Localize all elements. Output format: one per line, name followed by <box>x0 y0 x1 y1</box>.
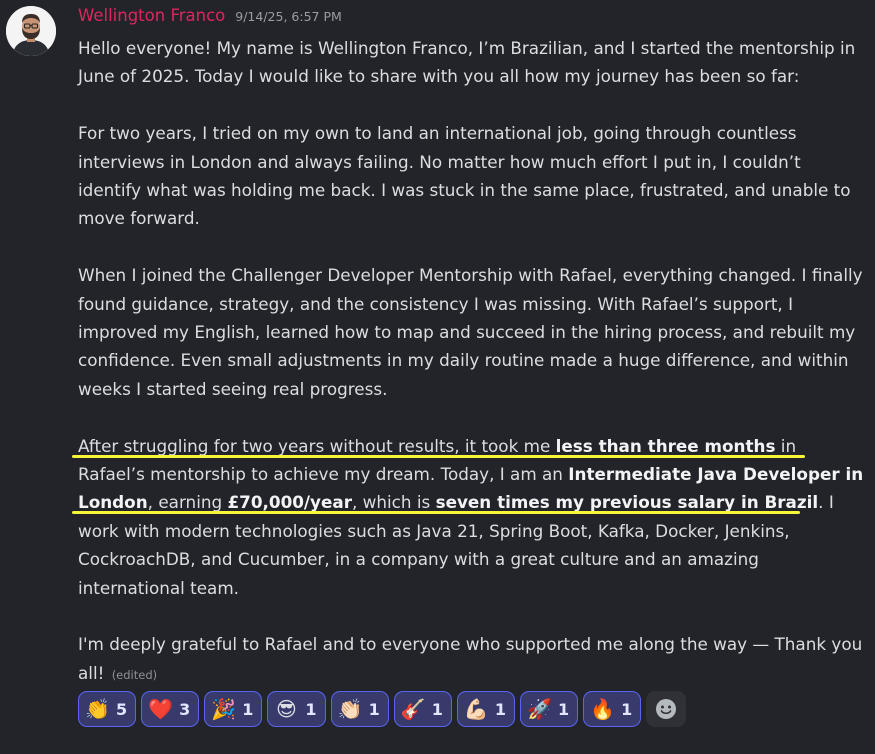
reaction-party-popper[interactable]: 🎉 1 <box>204 691 263 727</box>
sunglasses-face-icon: 😎 <box>275 697 297 721</box>
add-reaction-button[interactable] <box>646 691 687 727</box>
reaction-guitar[interactable]: 🎸 1 <box>393 691 452 727</box>
edited-label: (edited) <box>111 667 158 682</box>
bold-duration: less than three months <box>555 435 776 456</box>
reaction-rocket[interactable]: 🚀 1 <box>519 691 579 727</box>
reaction-count: 1 <box>368 699 380 719</box>
avatar-photo <box>6 6 56 56</box>
result-text: After struggling for two years without r… <box>78 435 556 456</box>
rocket-icon: 🚀 <box>526 697 552 721</box>
reaction-fire[interactable]: 🔥 1 <box>583 691 642 727</box>
guitar-icon: 🎸 <box>400 697 426 721</box>
reaction-sunglasses-face[interactable]: 😎 1 <box>267 691 326 727</box>
reaction-clapping-hands[interactable]: 👏 5 <box>78 691 137 727</box>
clapping-hands-light-icon: 👏🏻 <box>337 697 363 721</box>
message-paragraph-thanks: I'm deeply grateful to Rafael and to eve… <box>78 630 868 689</box>
bold-salary: £70,000/year <box>227 492 352 513</box>
red-heart-icon: ❤️ <box>148 697 174 721</box>
reaction-count: 1 <box>494 699 506 719</box>
reaction-count: 1 <box>621 699 633 719</box>
author-name[interactable]: Wellington Franco <box>78 6 225 25</box>
reaction-count: 3 <box>179 699 191 719</box>
highlight-underline <box>72 455 805 458</box>
result-text: , which is <box>351 492 436 513</box>
smiley-icon <box>656 699 677 719</box>
clapping-hands-icon: 👏 <box>85 697 110 721</box>
party-popper-icon: 🎉 <box>211 697 237 721</box>
message-paragraph-intro: Hello everyone! My name is Wellington Fr… <box>78 38 856 87</box>
reaction-count: 1 <box>431 699 443 719</box>
message-timestamp: 9/14/25, 6:57 PM <box>235 9 342 24</box>
user-avatar[interactable] <box>6 6 56 56</box>
reaction-count: 1 <box>242 699 254 719</box>
reaction-count: 5 <box>116 699 128 719</box>
reaction-count: 1 <box>305 699 317 719</box>
reaction-clapping-hands-light[interactable]: 👏🏻 1 <box>330 691 389 727</box>
chat-message: Wellington Franco 9/14/25, 6:57 PM Hello… <box>0 0 875 754</box>
reaction-flexed-biceps[interactable]: 💪🏻 1 <box>456 691 515 727</box>
message-paragraph-struggle: For two years, I tried on my own to land… <box>78 123 851 229</box>
message-paragraph-mentorship: When I joined the Challenger Developer M… <box>78 265 863 399</box>
result-text: , earning <box>147 492 228 513</box>
highlight-underline <box>72 511 800 514</box>
reactions-bar: 👏 5 ❤️ 3 🎉 1 😎 1 👏🏻 1 🎸 1 💪🏻 1 🚀 1 🔥 1 <box>78 691 687 727</box>
bold-comparison: seven times my previous salary in Brazil <box>435 492 819 513</box>
fire-icon: 🔥 <box>590 697 616 721</box>
reaction-red-heart[interactable]: ❤️ 3 <box>141 691 200 727</box>
message-header: Wellington Franco 9/14/25, 6:57 PM <box>78 6 342 30</box>
reaction-count: 1 <box>557 699 570 719</box>
flexed-biceps-icon: 💪🏻 <box>463 697 489 721</box>
message-content: Hello everyone! My name is Wellington Fr… <box>78 34 868 689</box>
thanks-text: I'm deeply grateful to Rafael and to eve… <box>78 634 863 683</box>
